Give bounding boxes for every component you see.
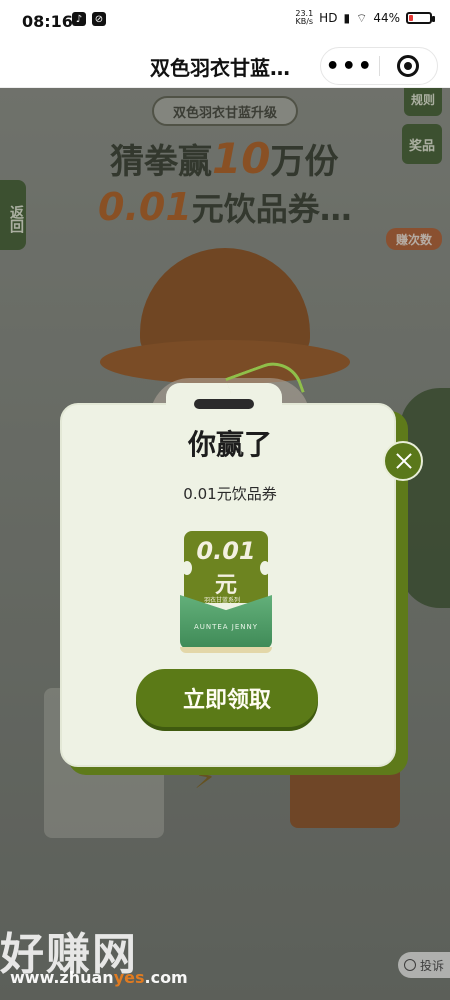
- target-icon: [397, 55, 420, 77]
- popup-card: 你赢了 0.01元饮品券 0.01 元 羽衣甘蓝系列 AUNTEA JENNY …: [60, 354, 396, 767]
- battery-percent: 44%: [373, 11, 400, 25]
- watermark-url-prefix: www.zhuan: [10, 968, 114, 987]
- voucher-brand: AUNTEA JENNY: [193, 623, 259, 631]
- page-title: 双色羽衣甘蓝…: [150, 56, 290, 80]
- voucher-top: 0.01 元: [182, 531, 270, 603]
- net-speed: 23.1 KB/s: [295, 9, 314, 26]
- voucher-image: 0.01 元 羽衣甘蓝系列 AUNTEA JENNY: [180, 531, 272, 653]
- network-label: HD: [319, 11, 338, 25]
- voucher-base: [180, 647, 272, 653]
- watermark-url-highlight: yes: [113, 968, 145, 987]
- status-right: 23.1 KB/s HD ▮ ⌔ 44%: [295, 9, 435, 26]
- more-button[interactable]: •••: [321, 54, 379, 79]
- voucher-series: 羽衣甘蓝系列: [203, 597, 240, 604]
- app-icon: ⊘: [92, 12, 106, 26]
- close-mini-program-button[interactable]: [379, 55, 437, 77]
- app-header: 双色羽衣甘蓝… •••: [0, 44, 450, 88]
- claim-now-button[interactable]: 立即领取: [136, 669, 318, 727]
- popup-subtitle: 0.01元饮品券: [183, 485, 277, 503]
- watermark-url-suffix: .com: [144, 968, 188, 987]
- signal-icon: ▮: [343, 11, 351, 25]
- wifi-icon: ⌔: [356, 10, 368, 25]
- close-popup-button[interactable]: [383, 441, 423, 481]
- status-time: 08:16: [22, 12, 73, 31]
- win-popup: 你赢了 0.01元饮品券 0.01 元 羽衣甘蓝系列 AUNTEA JENNY …: [60, 354, 408, 775]
- battery-icon: [406, 12, 435, 24]
- mini-program-capsule: •••: [320, 47, 438, 85]
- status-left-icons: ♪ ⊘: [72, 12, 106, 26]
- report-label: 投诉: [419, 958, 444, 973]
- watermark-url: www.zhuanyes.com: [10, 968, 188, 987]
- tiktok-icon: ♪: [72, 12, 86, 26]
- status-bar: 08:16 ♪ ⊘ 23.1 KB/s HD ▮ ⌔ 44%: [0, 0, 450, 44]
- battery-fill: [409, 15, 413, 21]
- voucher-price: 0.01: [196, 537, 256, 565]
- report-icon: [403, 959, 416, 971]
- report-button[interactable]: 投诉: [398, 952, 450, 978]
- popup-title: 你赢了: [187, 428, 272, 461]
